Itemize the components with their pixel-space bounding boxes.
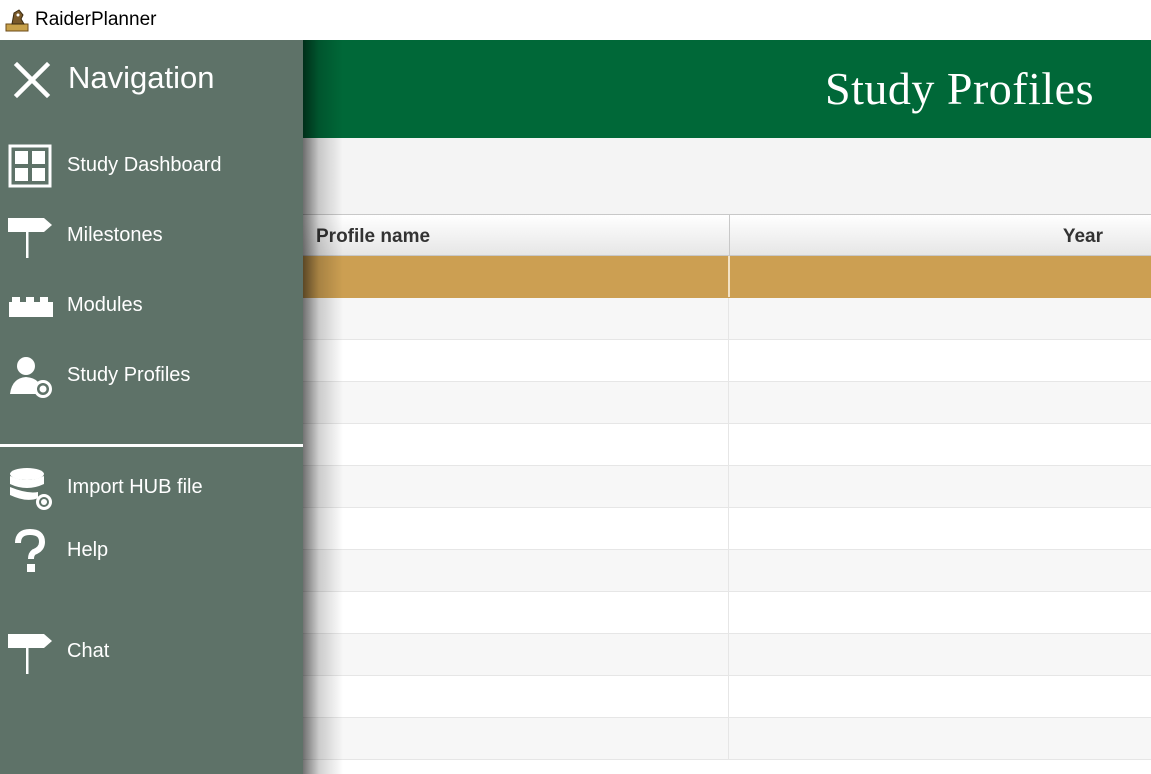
raider-logo-icon xyxy=(5,9,29,32)
column-divider xyxy=(728,550,729,591)
nav-item-study-dashboard[interactable]: Study Dashboard xyxy=(0,138,303,194)
column-header-profile-name[interactable]: Profile name xyxy=(316,215,716,255)
column-divider xyxy=(728,592,729,633)
column-header-year[interactable]: Year xyxy=(729,215,1103,255)
nav-divider xyxy=(0,444,303,447)
nav-item-label: Study Dashboard xyxy=(67,154,222,176)
page-title: Study Profiles xyxy=(825,63,1094,114)
column-divider xyxy=(728,298,729,339)
column-divider xyxy=(728,508,729,549)
nav-item-milestones[interactable]: Milestones xyxy=(0,208,303,264)
column-divider xyxy=(728,466,729,507)
navigation-header: Navigation xyxy=(0,40,303,120)
nav-item-label: Study Profiles xyxy=(67,364,191,386)
column-divider xyxy=(728,676,729,717)
column-divider xyxy=(728,634,729,675)
signpost-icon xyxy=(8,218,52,258)
column-divider xyxy=(728,424,729,465)
nav-item-help[interactable]: Help xyxy=(0,523,303,579)
close-icon[interactable] xyxy=(12,60,52,100)
nav-item-chat[interactable]: Chat xyxy=(0,624,303,680)
navigation-title: Navigation xyxy=(68,60,215,95)
column-divider xyxy=(728,718,729,759)
navigation-drawer: Navigation Study Dashboard Milestones Mo… xyxy=(0,40,303,774)
nav-item-label: Chat xyxy=(67,640,110,662)
database-settings-icon xyxy=(10,468,52,510)
dashboard-grid-icon xyxy=(8,144,52,188)
question-mark-icon xyxy=(15,529,46,572)
brick-icon xyxy=(9,297,53,317)
nav-item-modules[interactable]: Modules xyxy=(0,278,303,334)
nav-item-label: Help xyxy=(67,539,109,561)
column-divider xyxy=(728,382,729,423)
nav-item-study-profiles[interactable]: Study Profiles xyxy=(0,348,303,404)
nav-item-label: Milestones xyxy=(67,224,163,246)
window-title: RaiderPlanner xyxy=(35,9,157,30)
column-divider xyxy=(728,256,730,297)
signpost-icon xyxy=(8,634,52,674)
nav-item-label: Modules xyxy=(67,294,143,316)
nav-item-import-hub-file[interactable]: Import HUB file xyxy=(0,460,303,516)
nav-item-label: Import HUB file xyxy=(67,476,203,498)
user-settings-icon xyxy=(10,357,52,398)
drawer-shadow xyxy=(303,40,343,774)
window-title-bar: RaiderPlanner xyxy=(0,0,1151,40)
column-divider xyxy=(728,340,729,381)
